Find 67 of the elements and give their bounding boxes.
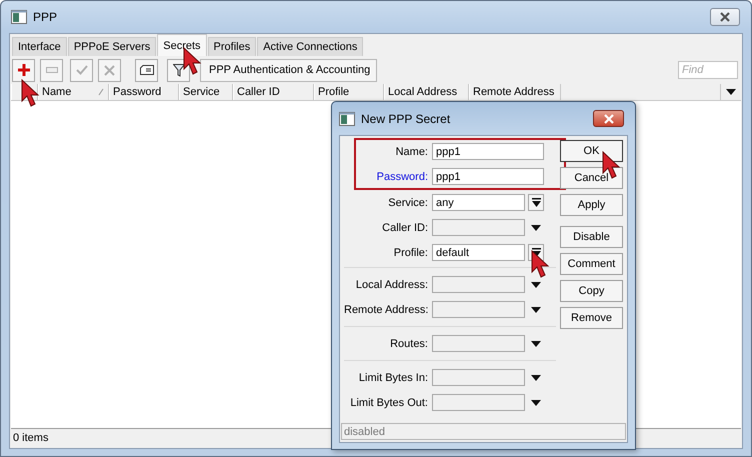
sort-icon bbox=[98, 88, 104, 96]
field-label: Local Address: bbox=[354, 278, 429, 290]
note-icon bbox=[140, 65, 154, 75]
close-button[interactable] bbox=[593, 110, 624, 127]
window-title: PPP bbox=[33, 10, 58, 24]
field-label: Password: bbox=[376, 170, 429, 182]
column-header[interactable]: Caller ID bbox=[233, 84, 314, 100]
column-header[interactable]: Password bbox=[109, 84, 179, 100]
check-icon bbox=[76, 65, 88, 75]
field-label: Profile: bbox=[392, 246, 429, 258]
toolbar-button[interactable] bbox=[135, 58, 158, 82]
dialog-status: disabled bbox=[341, 423, 626, 440]
field-label: Name: bbox=[394, 146, 429, 158]
dialog-button[interactable]: Cancel bbox=[560, 167, 623, 189]
column-header[interactable]: Local Address bbox=[384, 84, 469, 100]
field-label: Routes: bbox=[389, 338, 429, 350]
dropdown-arrow-icon bbox=[531, 374, 541, 380]
field-label: Service: bbox=[387, 196, 429, 208]
select-field[interactable]: default bbox=[432, 244, 525, 261]
dialog-button[interactable]: Apply bbox=[560, 194, 623, 216]
close-button[interactable] bbox=[710, 8, 740, 26]
dialog-button[interactable]: Comment bbox=[560, 253, 623, 275]
dialog-button[interactable]: Disable bbox=[560, 226, 623, 248]
field-label: Caller ID: bbox=[381, 222, 429, 234]
search-field[interactable]: Find bbox=[678, 61, 738, 79]
dropdown-button[interactable] bbox=[528, 194, 544, 211]
field-label: Limit Bytes In: bbox=[358, 372, 429, 384]
plus-icon bbox=[18, 64, 30, 76]
window-icon bbox=[11, 10, 27, 24]
close-icon bbox=[602, 114, 614, 124]
dropdown-arrow-icon bbox=[531, 282, 541, 288]
tab[interactable]: Interface bbox=[12, 37, 67, 56]
dialog-button[interactable]: Remove bbox=[560, 307, 623, 329]
combo-field[interactable] bbox=[432, 301, 525, 318]
tab[interactable]: Active Connections bbox=[257, 37, 364, 56]
auth-accounting-button[interactable]: PPP Authentication & Accounting bbox=[200, 58, 377, 82]
close-icon bbox=[719, 12, 731, 22]
combo-field[interactable] bbox=[432, 335, 525, 352]
minus-icon bbox=[46, 67, 58, 73]
combo-field[interactable] bbox=[432, 369, 525, 386]
column-header[interactable]: Service bbox=[179, 84, 233, 100]
dialog-title: New PPP Secret bbox=[361, 112, 450, 126]
tab[interactable]: Secrets bbox=[157, 34, 207, 56]
status-text: 0 items bbox=[13, 432, 48, 444]
combo-field[interactable] bbox=[432, 219, 525, 236]
combo-field[interactable] bbox=[432, 276, 525, 293]
field-label: Limit Bytes Out: bbox=[349, 396, 429, 408]
select-field[interactable]: any bbox=[432, 194, 525, 211]
dialog-button[interactable]: Copy bbox=[560, 280, 623, 302]
dropdown-arrow-icon bbox=[531, 400, 541, 406]
column-header[interactable]: Remote Address bbox=[469, 84, 561, 100]
field-label: Remote Address: bbox=[344, 304, 430, 316]
tab[interactable]: Profiles bbox=[208, 37, 256, 56]
dialog-button[interactable]: OK bbox=[560, 140, 623, 162]
tab[interactable]: PPPoE Servers bbox=[68, 37, 156, 56]
text-field[interactable]: ppp1 bbox=[432, 168, 544, 185]
text-field[interactable]: ppp1 bbox=[432, 143, 544, 160]
dropdown-arrow-icon bbox=[726, 89, 736, 95]
combo-field[interactable] bbox=[432, 394, 525, 411]
dropdown-arrow-icon bbox=[531, 306, 541, 312]
cross-icon bbox=[104, 64, 115, 76]
dropdown-arrow-icon bbox=[531, 224, 541, 230]
toolbar-button[interactable] bbox=[167, 58, 190, 82]
window-icon bbox=[339, 112, 355, 126]
dropdown-arrow-icon bbox=[532, 198, 540, 207]
dropdown-arrow-icon bbox=[531, 340, 541, 346]
column-header[interactable]: Profile bbox=[314, 84, 384, 100]
